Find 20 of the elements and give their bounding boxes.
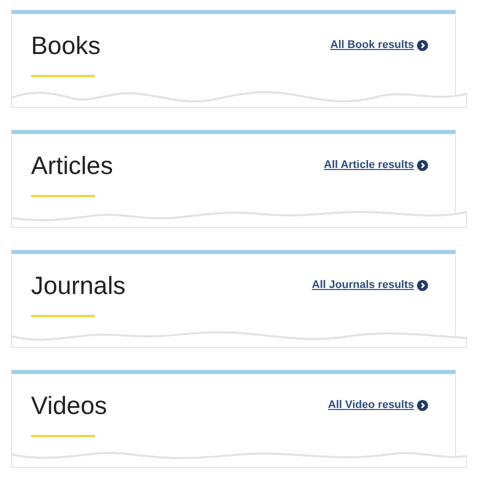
section-title: Articles: [31, 151, 113, 182]
chevron-circle-icon: [417, 400, 428, 411]
results-link[interactable]: All Article results: [324, 157, 428, 174]
chevron-circle-icon: [417, 160, 428, 171]
title-underline: [31, 195, 95, 197]
title-underline: [31, 75, 95, 77]
title-underline: [31, 315, 95, 317]
results-link[interactable]: All Journals results: [312, 277, 428, 294]
link-text: All Book results: [330, 38, 414, 53]
section-title: Books: [31, 31, 100, 62]
chevron-circle-icon: [417, 40, 428, 51]
results-link[interactable]: All Video results: [328, 397, 428, 414]
results-link[interactable]: All Book results: [330, 37, 428, 54]
link-text: All Article results: [324, 158, 414, 173]
section-title: Videos: [31, 391, 107, 422]
section-title: Journals: [31, 271, 126, 302]
chevron-circle-icon: [417, 280, 428, 291]
title-underline: [31, 435, 95, 437]
link-text: All Journals results: [312, 278, 414, 293]
link-text: All Video results: [328, 398, 414, 413]
